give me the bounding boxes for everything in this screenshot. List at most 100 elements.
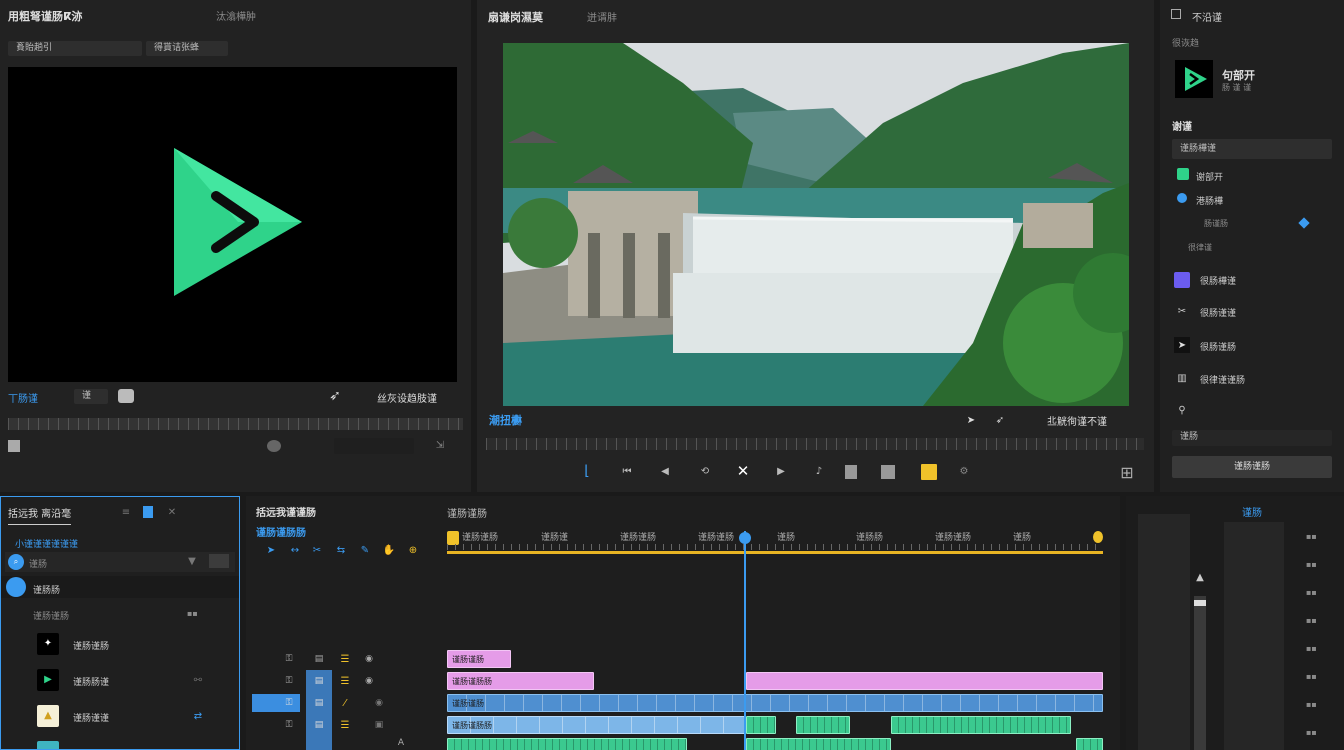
lock-icon[interactable]: ⚿ <box>282 718 296 732</box>
ruler-start-icon[interactable] <box>447 531 459 545</box>
list-view-icon[interactable]: ≡ <box>121 507 131 518</box>
source-scrub-bar[interactable] <box>8 418 463 430</box>
effect-link-icon[interactable]: ⚲ <box>1174 402 1190 418</box>
program-viewer[interactable] <box>503 43 1129 406</box>
speaker-icon[interactable] <box>267 440 281 452</box>
folder-dot-icon[interactable] <box>6 577 26 597</box>
project-item[interactable]: 谨肠 <box>1 735 239 749</box>
camera-icon[interactable] <box>118 389 134 403</box>
program-monitor-tab[interactable]: 迸谞肨 <box>587 9 617 24</box>
tool-hand-icon[interactable]: ✋ <box>382 543 396 557</box>
play-forward-icon[interactable]: ▶ <box>772 463 790 479</box>
eye-icon[interactable]: ◉ <box>372 696 386 710</box>
project-bin-label[interactable]: 谨肠谨肠 <box>33 609 69 622</box>
timeline-ruler[interactable]: 谨肠谨肠 谨肠谨 谨肠谨肠 谨肠谨肠 谨肠 谨肠肠 谨肠谨肠 谨肠 <box>462 530 1092 544</box>
insert-icon[interactable] <box>845 465 857 479</box>
sync-lock-icon[interactable]: ▤ <box>306 670 332 692</box>
export-icon[interactable]: ⇲ <box>433 438 447 452</box>
clip-green-4[interactable] <box>447 738 687 750</box>
sync-lock-icon[interactable]: ▤ <box>306 692 332 714</box>
tool-zoom-icon[interactable]: ⊕ <box>406 543 420 557</box>
keyframe-icon[interactable] <box>1298 217 1310 229</box>
play-back-icon[interactable]: ◀ <box>656 463 674 479</box>
tool-razor-icon[interactable]: ✂ <box>310 543 324 557</box>
grid-view-icon[interactable] <box>143 506 153 518</box>
effect-arrow-icon[interactable]: ➤ <box>1174 337 1190 353</box>
project-item[interactable]: ▶ 谨肠肠谨 ⚯ <box>1 663 239 697</box>
tool-select-icon[interactable]: ➤ <box>264 543 278 557</box>
text-icon[interactable]: A <box>394 736 408 750</box>
layout-grid-icon[interactable]: ⊞ <box>1118 463 1136 482</box>
lock-icon[interactable]: ⚿ <box>282 696 296 710</box>
playhead-handle[interactable] <box>739 532 751 544</box>
mute-icon[interactable]: ▣ <box>372 718 386 732</box>
link-icon[interactable]: ⚯ <box>191 673 205 687</box>
clip-pink-1[interactable]: 谨肠谨肠 <box>447 650 511 668</box>
menu-icon[interactable] <box>1171 9 1181 19</box>
tool-slip-icon[interactable]: ⇆ <box>334 543 348 557</box>
inspector-item-2[interactable]: 港肠樺 <box>1196 194 1223 207</box>
filter-icon[interactable]: ▼ <box>187 556 197 567</box>
project-item[interactable]: ✦ 谨肠谨肠 <box>1 627 239 661</box>
marker-icon[interactable] <box>8 440 20 452</box>
wand-icon[interactable]: ⁄ <box>338 696 352 710</box>
playhead[interactable] <box>744 531 746 750</box>
effect-bars-icon[interactable]: ▥ <box>1174 370 1190 386</box>
cursor-icon[interactable]: ➶ <box>326 388 344 404</box>
source-mid-button[interactable]: 谨 <box>74 389 108 404</box>
settings-icon[interactable]: ⚙ <box>955 463 973 479</box>
freeform-icon[interactable]: ✕ <box>166 506 178 518</box>
sequence-name[interactable]: 谨肠谨肠 <box>447 505 487 520</box>
source-monitor-tab[interactable]: 汰潝樺肿 <box>216 8 256 23</box>
inspector-item-7[interactable]: 很肠谨肠 <box>1200 340 1236 353</box>
project-title[interactable]: 括远我 离沿毫 <box>8 505 72 525</box>
track-header-v2[interactable]: ⚿ ▤ ☰ ◉ <box>246 670 442 692</box>
close-icon[interactable]: ✕ <box>734 462 752 480</box>
effect-run-icon[interactable]: ✂ <box>1174 303 1190 319</box>
ruler-end-icon[interactable] <box>1093 531 1103 543</box>
source-monitor-viewer[interactable] <box>8 67 457 382</box>
effect-purple-icon[interactable] <box>1174 272 1190 288</box>
track-header-a1[interactable]: ⚿ ▤ ☰ ▣ <box>246 714 442 736</box>
tool-ripple-icon[interactable]: ↔ <box>288 543 302 557</box>
track-header-v1[interactable]: ⚿ ▤ ⁄ ◉ <box>246 692 442 714</box>
audio-icon[interactable]: ♪ <box>810 463 828 479</box>
clip-lightblue-1[interactable]: 谨肠谨肠肠 <box>447 716 745 734</box>
hand-icon[interactable]: ➶ <box>989 412 1011 428</box>
lock-icon[interactable]: ⚿ <box>282 652 296 666</box>
track-header-a2[interactable]: A <box>246 736 442 750</box>
inspector-item-4[interactable]: 很律谨 <box>1188 242 1212 253</box>
inspector-item-1[interactable]: 谢部开 <box>1196 170 1223 183</box>
project-item[interactable]: ▲ 谨肠谨谨 ⇄ <box>1 699 239 733</box>
clip-pink-2[interactable]: 谨肠谨肠肠 <box>447 672 594 690</box>
eye-icon[interactable]: ◉ <box>362 674 376 688</box>
share-icon[interactable]: ⇄ <box>191 709 205 723</box>
timeline-title[interactable]: 括远我谨谨肠 <box>256 504 316 519</box>
track-header-v3[interactable]: ⚿ ▤ ☰ ◉ <box>246 648 442 670</box>
new-bin-icon[interactable] <box>209 554 229 568</box>
step-back-icon[interactable]: ⏮ <box>618 463 636 479</box>
track-target-icon[interactable]: ☰ <box>338 652 352 666</box>
clip-green-3[interactable] <box>891 716 1071 734</box>
tool-pen-icon[interactable]: ✎ <box>358 543 372 557</box>
peak-up-icon[interactable]: ▲ <box>1194 571 1206 583</box>
source-play-button[interactable] <box>334 438 414 454</box>
clip-green-6[interactable] <box>1076 738 1103 750</box>
project-folder-label[interactable]: 谨肠肠 <box>33 583 60 596</box>
source-button-2[interactable]: 得貰诘张蜂 <box>146 41 228 56</box>
green-toggle-icon[interactable] <box>1177 168 1189 180</box>
blue-dot-icon[interactable] <box>1177 193 1187 203</box>
export-frame-icon[interactable] <box>921 464 937 480</box>
track-target-icon[interactable]: ☰ <box>338 674 352 688</box>
mark-in-icon[interactable]: ⌊ <box>580 463 594 479</box>
inspector-dropdown[interactable]: 谨肠樺谨 <box>1172 139 1332 159</box>
program-monitor-title[interactable]: 扇谦岗濕莫 <box>488 9 543 25</box>
search-icon[interactable]: ⌕ <box>8 554 24 570</box>
clip-green-5[interactable] <box>746 738 891 750</box>
film-icon[interactable]: ▤ <box>312 652 326 666</box>
volume-slider-thumb[interactable] <box>1194 600 1206 606</box>
source-button-1[interactable]: 賌貽趟引 <box>8 41 142 56</box>
sync-lock-icon[interactable]: ▤ <box>306 714 332 736</box>
lock-icon[interactable]: ⚿ <box>282 674 296 688</box>
inspector-item-5[interactable]: 很肠樺谨 <box>1200 274 1236 287</box>
